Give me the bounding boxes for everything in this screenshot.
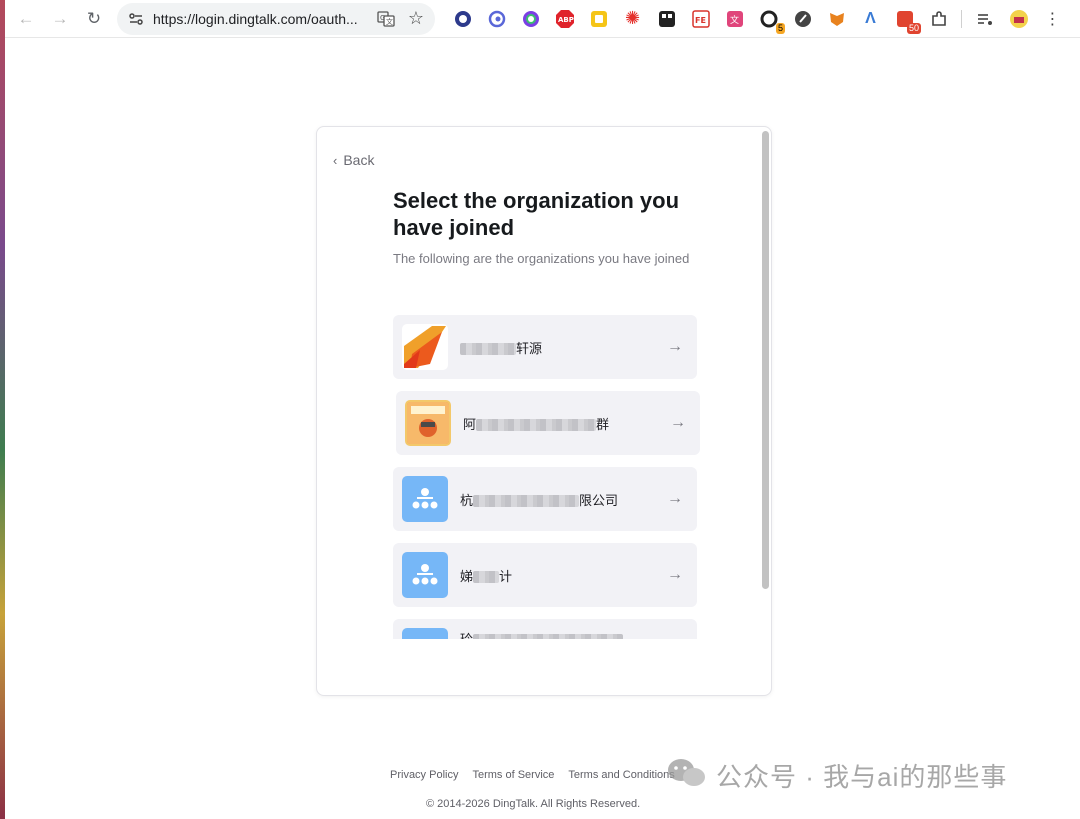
chevron-left-icon: ‹ xyxy=(333,152,338,168)
browser-toolbar: ← → ↻ https://login.dingtalk.com/oauth..… xyxy=(5,0,1080,38)
url-text[interactable]: https://login.dingtalk.com/oauth... xyxy=(153,11,369,27)
extension-bar: ABP ✺ FE 文 5 Λ 50 ⋮ xyxy=(451,7,1064,34)
organization-item[interactable]: 杭限公司 → xyxy=(393,467,697,531)
watermark-text: 公众号 · 我与ai的那些事 xyxy=(716,762,1008,792)
organization-item[interactable]: 阿群 → xyxy=(396,391,700,455)
org-tree-icon xyxy=(402,552,448,598)
redacted-text xyxy=(476,419,597,432)
adblock-icon[interactable]: ABP xyxy=(553,7,576,30)
forward-arrow-icon[interactable]: → xyxy=(47,6,73,32)
ext-grid-icon[interactable] xyxy=(655,7,678,30)
back-link[interactable]: ‹ Back xyxy=(333,152,374,168)
organization-poster-icon xyxy=(405,400,451,446)
redacted-text xyxy=(473,495,580,508)
redacted-text xyxy=(473,571,500,584)
organization-name: 玲 xyxy=(460,629,624,639)
organization-logo-icon xyxy=(402,324,448,370)
svg-text:文: 文 xyxy=(386,17,393,26)
redacted-text xyxy=(460,343,516,356)
reload-icon[interactable]: ↻ xyxy=(81,6,107,32)
organization-name: 轩源 xyxy=(460,338,542,357)
desktop-background-strip xyxy=(0,0,5,819)
terms-of-service-link[interactable]: Terms of Service xyxy=(472,769,554,781)
ext-badge-icon[interactable]: 50 xyxy=(893,7,921,34)
privacy-policy-link[interactable]: Privacy Policy xyxy=(390,769,458,781)
ext-sparkle-icon[interactable]: ✺ xyxy=(621,7,644,30)
ext-fe-icon[interactable]: FE xyxy=(689,7,712,30)
arrow-right-icon: → xyxy=(667,490,683,507)
media-control-icon[interactable] xyxy=(973,7,996,30)
wechat-icon xyxy=(666,757,708,794)
toolbar-separator xyxy=(961,9,962,28)
organization-item[interactable]: 娣计 → xyxy=(393,543,697,607)
ext-a-icon[interactable]: Λ xyxy=(859,7,882,30)
extensions-puzzle-icon[interactable] xyxy=(927,7,950,30)
bookmark-star-icon[interactable]: ☆ xyxy=(405,8,427,30)
organization-name: 阿群 xyxy=(463,416,610,432)
svg-text:文: 文 xyxy=(730,14,739,26)
ext-note-icon[interactable] xyxy=(587,7,610,30)
footer-links: Privacy Policy Terms of Service Terms an… xyxy=(390,769,675,781)
organization-select-card: ‹ Back Select the organization you have … xyxy=(316,126,772,696)
address-bar[interactable]: https://login.dingtalk.com/oauth... G文 ☆ xyxy=(117,2,435,35)
svg-text:ABP: ABP xyxy=(558,16,574,24)
translate-icon[interactable]: G文 xyxy=(375,8,397,30)
ext-globe-icon[interactable] xyxy=(451,7,474,30)
page-subtitle: The following are the organizations you … xyxy=(393,251,690,266)
organization-item[interactable]: 轩源 → xyxy=(393,315,697,379)
back-label: Back xyxy=(343,152,375,168)
metamask-fox-icon[interactable] xyxy=(825,7,848,30)
organization-item[interactable]: 玲 xyxy=(393,619,697,639)
terms-and-conditions-link[interactable]: Terms and Conditions xyxy=(568,769,674,781)
browser-menu-icon[interactable]: ⋮ xyxy=(1041,7,1064,30)
org-tree-icon xyxy=(402,628,448,639)
organization-name: 杭限公司 xyxy=(460,492,619,508)
ext-chrome-icon[interactable] xyxy=(519,7,542,30)
wechat-watermark: 公众号 · 我与ai的那些事 xyxy=(666,757,1007,794)
ext-c-icon[interactable]: 5 xyxy=(757,7,785,34)
back-arrow-icon[interactable]: ← xyxy=(13,6,39,32)
organization-name: 娣计 xyxy=(460,568,513,584)
ext-check-icon[interactable] xyxy=(791,7,814,30)
arrow-right-icon: → xyxy=(667,566,683,583)
card-scrollbar[interactable] xyxy=(762,131,769,589)
copyright-text: © 2014-2026 DingTalk. All Rights Reserve… xyxy=(426,798,641,810)
site-info-icon[interactable] xyxy=(125,8,147,30)
org-tree-icon xyxy=(402,476,448,522)
page-title: Select the organization you have joined xyxy=(393,188,680,240)
ext-circle-icon[interactable] xyxy=(485,7,508,30)
ext-translate-icon[interactable]: 文 xyxy=(723,7,746,30)
arrow-right-icon: → xyxy=(670,414,686,431)
organization-list[interactable]: 轩源 → 阿群 → 杭限公司 → 娣 计 → 玲 xyxy=(393,315,703,639)
arrow-right-icon: → xyxy=(667,338,683,355)
profile-avatar-icon[interactable] xyxy=(1007,7,1030,30)
redacted-text xyxy=(473,634,624,639)
svg-text:FE: FE xyxy=(695,16,706,25)
